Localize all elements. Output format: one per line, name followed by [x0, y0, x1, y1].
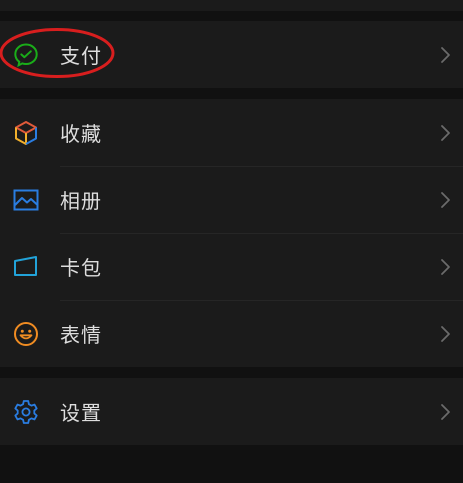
menu-item-favorites[interactable]: 收藏	[0, 99, 463, 166]
chevron-right-icon	[441, 258, 450, 275]
favorites-label: 收藏	[60, 122, 102, 146]
chevron-right-icon	[441, 325, 450, 342]
menu-item-album[interactable]: 相册	[0, 166, 463, 233]
cube-icon	[12, 119, 40, 147]
stickers-label: 表情	[60, 323, 102, 347]
pay-label: 支付	[60, 44, 102, 68]
gear-icon	[12, 398, 40, 426]
cards-label: 卡包	[60, 256, 102, 280]
menu-item-settings[interactable]: 设置	[0, 378, 463, 445]
pay-group: 支付	[0, 21, 463, 88]
settings-label: 设置	[60, 401, 102, 425]
wechat-pay-icon	[12, 41, 40, 69]
wallet-icon	[12, 253, 40, 281]
smiley-icon	[12, 320, 40, 348]
menu-item-stickers[interactable]: 表情	[0, 300, 463, 367]
menu-item-pay[interactable]: 支付	[0, 21, 463, 88]
chevron-right-icon	[441, 124, 450, 141]
me-page: 支付 收藏 相册 卡包 表情 设置	[0, 0, 463, 483]
chevron-right-icon	[441, 403, 450, 420]
album-label: 相册	[60, 189, 102, 213]
chevron-right-icon	[441, 191, 450, 208]
menu-item-cards[interactable]: 卡包	[0, 233, 463, 300]
settings-group: 设置	[0, 378, 463, 445]
image-icon	[12, 186, 40, 214]
features-group: 收藏 相册 卡包 表情	[0, 99, 463, 367]
chevron-right-icon	[441, 46, 450, 63]
previous-section-edge	[0, 0, 463, 11]
